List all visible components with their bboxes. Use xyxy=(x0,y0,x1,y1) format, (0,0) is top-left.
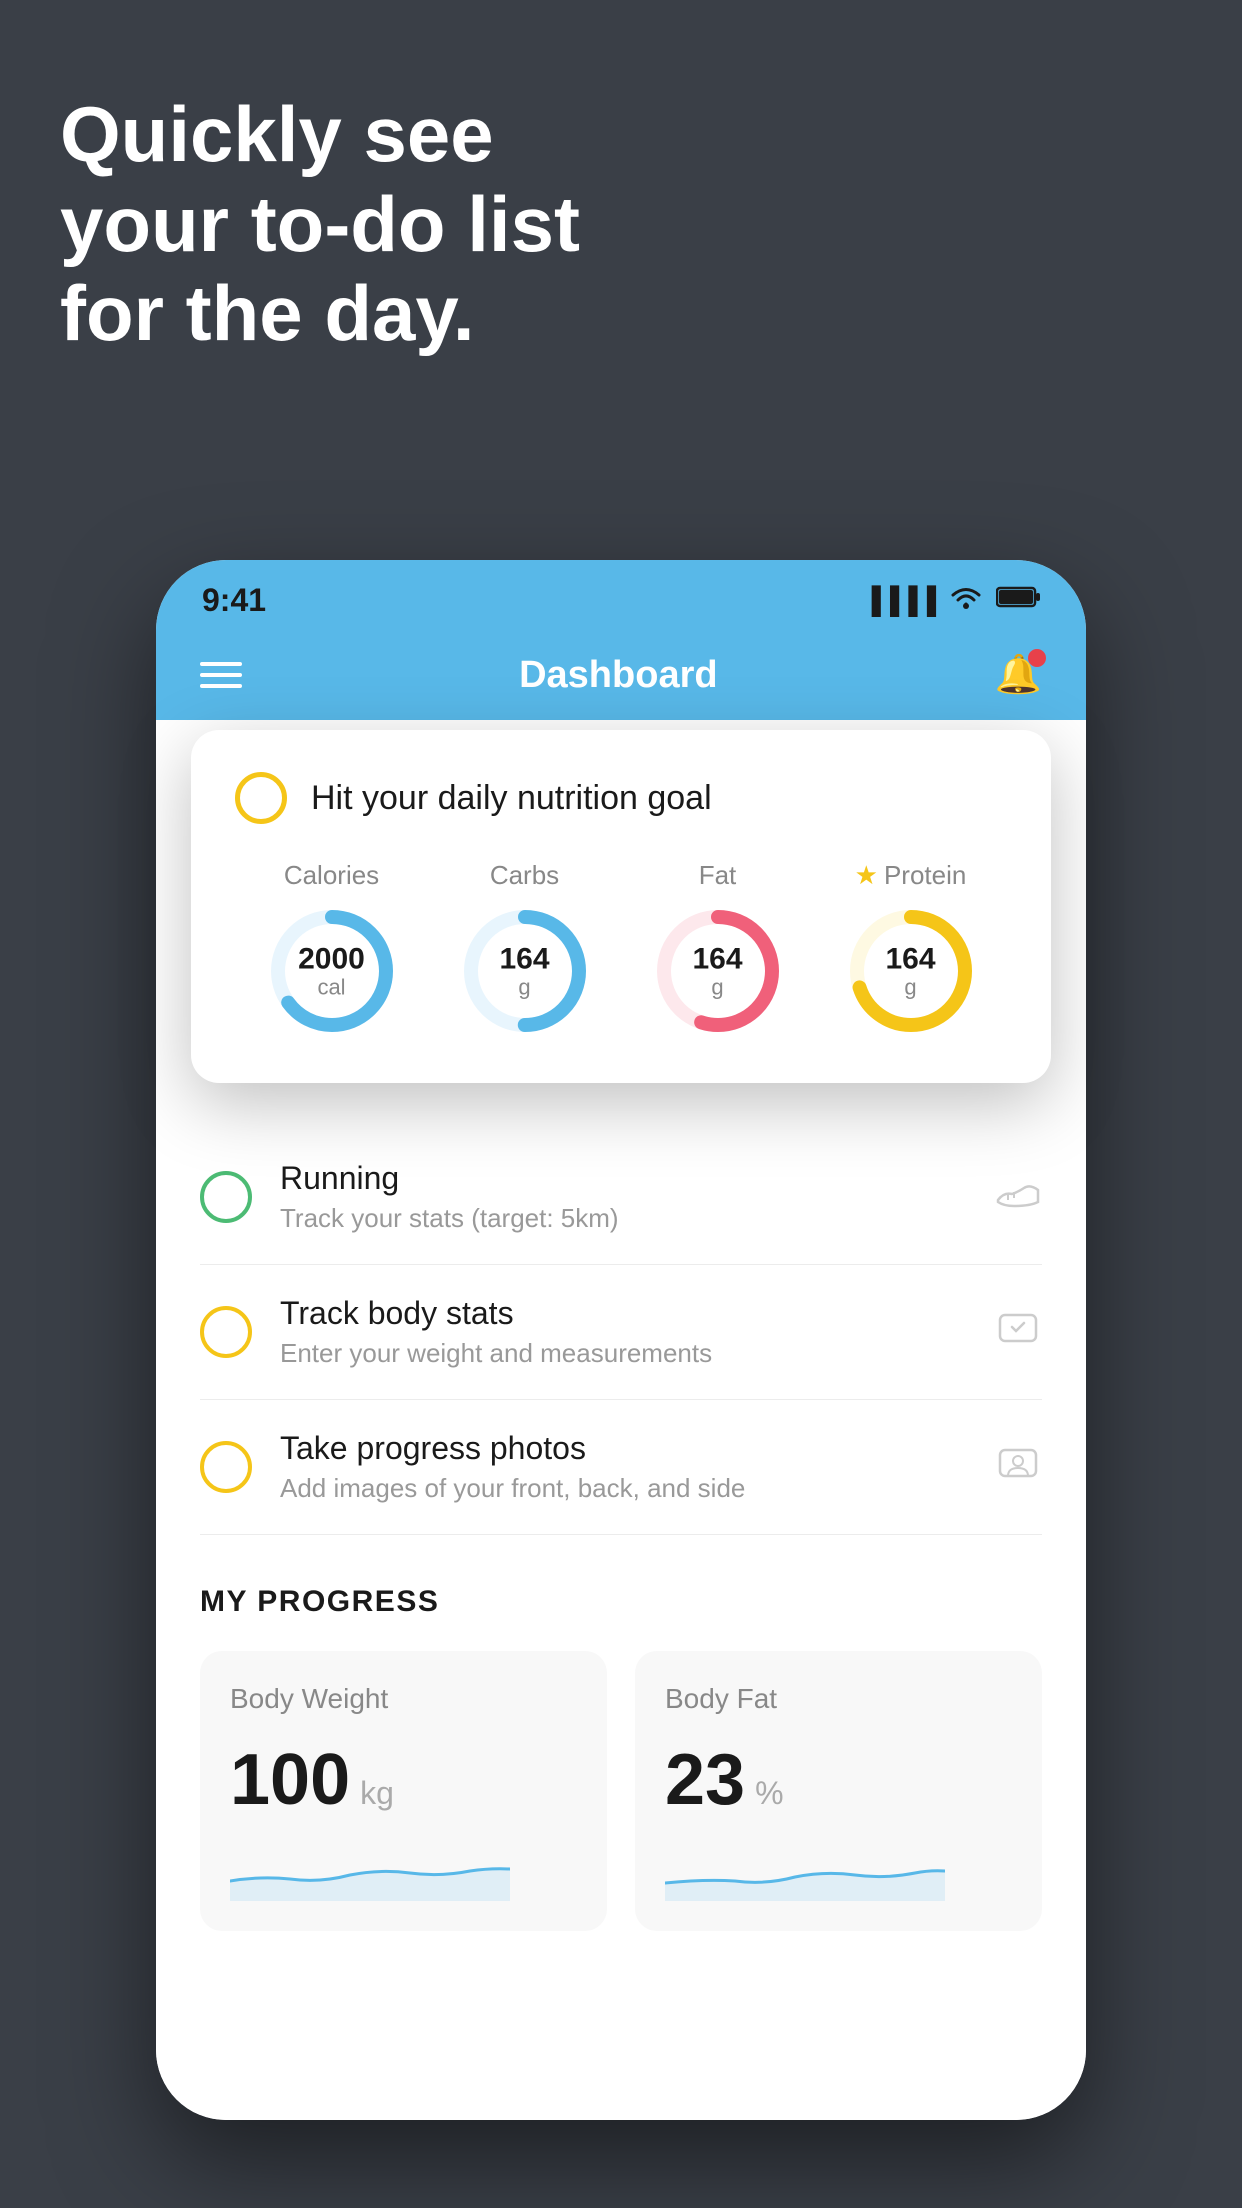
notification-dot xyxy=(1028,649,1046,667)
headline-line1: Quickly see xyxy=(60,90,494,178)
fat-unit: g xyxy=(692,975,742,999)
todo-item-photos[interactable]: Take progress photos Add images of your … xyxy=(200,1400,1042,1535)
todo-title-track-body: Track body stats xyxy=(280,1295,966,1332)
calories-value: 2000 xyxy=(298,942,365,975)
body-weight-value-row: 100 kg xyxy=(230,1739,577,1821)
headline: Quickly see your to-do list for the day. xyxy=(60,90,580,359)
todo-text-track-body: Track body stats Enter your weight and m… xyxy=(280,1295,966,1369)
todo-sub-running: Track your stats (target: 5km) xyxy=(280,1203,966,1234)
calories-label: Calories xyxy=(284,860,379,891)
running-shoe-icon xyxy=(994,1172,1042,1223)
nutrition-card: Hit your daily nutrition goal Calories 2… xyxy=(191,730,1051,1083)
todo-list: Running Track your stats (target: 5km) T… xyxy=(156,1130,1086,1535)
calories-unit: cal xyxy=(298,975,365,999)
notification-bell-button[interactable]: 🔔 xyxy=(995,653,1042,697)
progress-cards: Body Weight 100 kg Body Fat xyxy=(200,1651,1042,1931)
body-weight-unit: kg xyxy=(360,1775,394,1812)
body-fat-value: 23 xyxy=(665,1739,745,1821)
nav-title: Dashboard xyxy=(519,654,717,697)
battery-icon xyxy=(996,585,1040,616)
fat-donut: 164 g xyxy=(648,901,788,1041)
todo-circle-track-body xyxy=(200,1306,252,1358)
nutrition-row: Calories 2000 cal Carbs xyxy=(235,860,1007,1041)
carbs-value: 164 xyxy=(499,942,549,975)
calories-donut: 2000 cal xyxy=(262,901,402,1041)
protein-label-row: ★ Protein xyxy=(855,860,967,891)
wifi-icon xyxy=(948,584,984,617)
protein-value: 164 xyxy=(885,942,935,975)
body-weight-value: 100 xyxy=(230,1739,350,1821)
status-bar: 9:41 ▐▐▐▐ xyxy=(156,560,1086,630)
protein-donut: 164 g xyxy=(841,901,981,1041)
body-fat-value-row: 23 % xyxy=(665,1739,1012,1821)
person-photo-icon xyxy=(994,1442,1042,1493)
scale-icon xyxy=(994,1307,1042,1358)
body-weight-title: Body Weight xyxy=(230,1683,577,1715)
nutrition-card-title: Hit your daily nutrition goal xyxy=(311,779,712,818)
todo-item-running[interactable]: Running Track your stats (target: 5km) xyxy=(200,1130,1042,1265)
fat-label: Fat xyxy=(699,860,737,891)
body-fat-card[interactable]: Body Fat 23 % xyxy=(635,1651,1042,1931)
my-progress-section: MY PROGRESS Body Weight 100 kg xyxy=(156,1535,1086,1971)
todo-circle-photos xyxy=(200,1441,252,1493)
nav-bar: Dashboard 🔔 xyxy=(156,630,1086,720)
star-icon: ★ xyxy=(855,860,878,891)
body-fat-unit: % xyxy=(755,1775,783,1812)
headline-line3: for the day. xyxy=(60,269,475,357)
progress-header: MY PROGRESS xyxy=(200,1585,1042,1619)
status-icons: ▐▐▐▐ xyxy=(862,584,1040,617)
todo-title-photos: Take progress photos xyxy=(280,1430,966,1467)
nutrition-calories: Calories 2000 cal xyxy=(262,860,402,1041)
body-fat-title: Body Fat xyxy=(665,1683,1012,1715)
todo-sub-photos: Add images of your front, back, and side xyxy=(280,1473,966,1504)
protein-unit: g xyxy=(885,975,935,999)
todo-sub-track-body: Enter your weight and measurements xyxy=(280,1338,966,1369)
todo-item-track-body[interactable]: Track body stats Enter your weight and m… xyxy=(200,1265,1042,1400)
body-fat-chart xyxy=(665,1831,1012,1906)
nutrition-todo-circle xyxy=(235,772,287,824)
todo-circle-running xyxy=(200,1171,252,1223)
nutrition-card-header: Hit your daily nutrition goal xyxy=(235,772,1007,824)
carbs-donut: 164 g xyxy=(455,901,595,1041)
carbs-unit: g xyxy=(499,975,549,999)
todo-title-running: Running xyxy=(280,1160,966,1197)
nutrition-protein: ★ Protein 164 g xyxy=(841,860,981,1041)
signal-icon: ▐▐▐▐ xyxy=(862,585,936,616)
status-time: 9:41 xyxy=(202,582,266,619)
body-weight-chart xyxy=(230,1831,577,1906)
todo-text-running: Running Track your stats (target: 5km) xyxy=(280,1160,966,1234)
body-weight-card[interactable]: Body Weight 100 kg xyxy=(200,1651,607,1931)
protein-label: Protein xyxy=(884,860,966,891)
fat-value: 164 xyxy=(692,942,742,975)
hamburger-menu-button[interactable] xyxy=(200,662,242,688)
headline-line2: your to-do list xyxy=(60,180,580,268)
carbs-label: Carbs xyxy=(490,860,559,891)
nutrition-fat: Fat 164 g xyxy=(648,860,788,1041)
nutrition-carbs: Carbs 164 g xyxy=(455,860,595,1041)
todo-text-photos: Take progress photos Add images of your … xyxy=(280,1430,966,1504)
